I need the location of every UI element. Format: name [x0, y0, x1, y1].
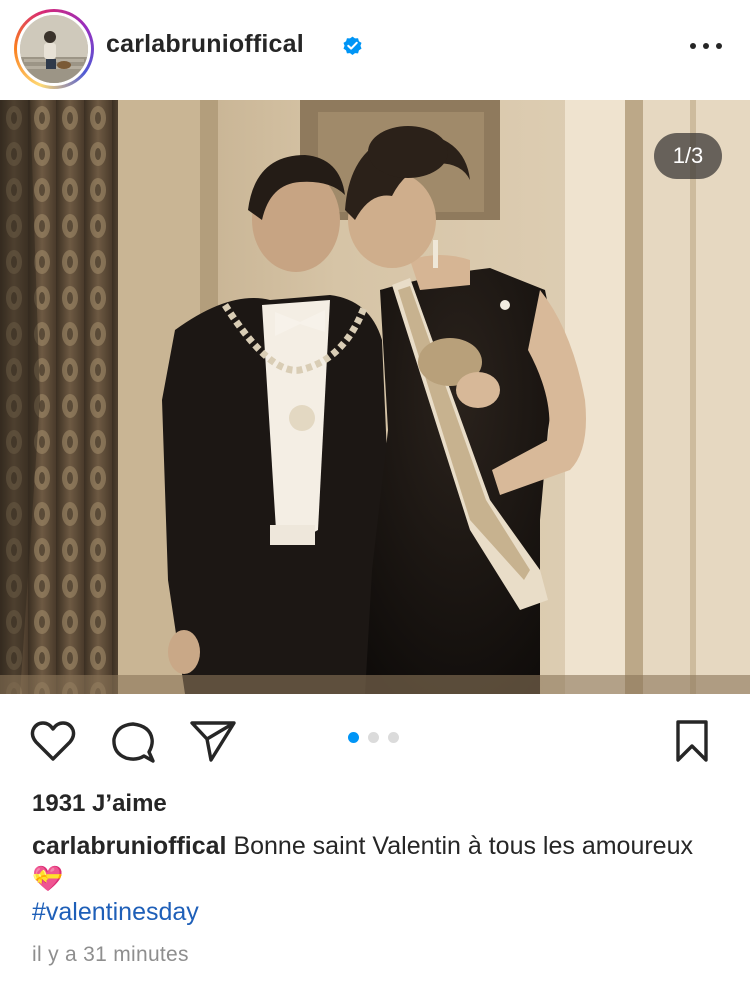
avatar[interactable]: [20, 15, 88, 83]
comment-icon[interactable]: [109, 718, 157, 766]
send-icon[interactable]: [188, 718, 238, 764]
verified-badge-icon: [343, 36, 362, 55]
hashtag-link[interactable]: #valentinesday: [32, 898, 199, 927]
caption-text: Bonne saint Valentin à tous les amoureux: [226, 832, 693, 860]
heart-gift-emoji: 💝: [32, 865, 64, 893]
more-options-icon[interactable]: [686, 36, 726, 56]
caption-username[interactable]: carlabrunioffical: [32, 832, 227, 860]
carousel-indicator: [348, 732, 404, 744]
story-ring[interactable]: [14, 9, 94, 89]
carousel-dot: [368, 732, 379, 743]
post-timestamp: il y a 31 minutes: [32, 943, 189, 966]
header-username[interactable]: carlabrunioffical: [106, 30, 304, 59]
post-header: carlabrunioffical: [0, 0, 750, 100]
bookmark-icon[interactable]: [672, 718, 712, 764]
likes-count[interactable]: 1931 J’aime: [32, 790, 167, 818]
post-photo: [0, 100, 750, 694]
carousel-dot-active: [348, 732, 359, 743]
carousel-counter: 1/3: [654, 133, 722, 179]
post-image[interactable]: [0, 100, 750, 694]
caption: carlabrunioffical Bonne saint Valentin à…: [32, 830, 712, 896]
heart-icon[interactable]: [29, 718, 77, 764]
carousel-dot: [388, 732, 399, 743]
avatar-photo: [20, 15, 88, 83]
